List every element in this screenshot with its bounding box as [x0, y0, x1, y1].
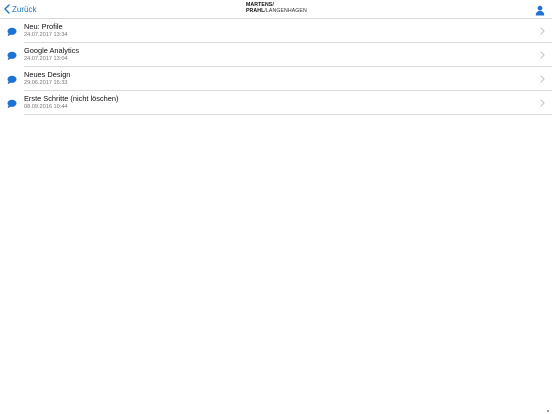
chevron-left-icon: [4, 4, 10, 14]
chevron-right-icon: [540, 99, 545, 107]
navigation-bar: Zurück MARTENS/ PRAHL/LANGENHAGEN: [0, 0, 552, 19]
brand-logo: MARTENS/ PRAHL/LANGENHAGEN: [246, 2, 310, 15]
chat-bubble-icon: [7, 99, 17, 109]
message-title: Google Analytics: [24, 46, 80, 55]
list-item[interactable]: Google Analytics 24.07.2017 13:04: [0, 43, 552, 67]
chat-bubble-icon: [7, 27, 17, 37]
chat-bubble-icon: [7, 75, 17, 85]
scroll-indicator: [547, 410, 549, 412]
chevron-right-icon: [540, 51, 545, 59]
chevron-right-icon: [540, 75, 545, 83]
message-title: Neues Design: [24, 70, 71, 79]
user-icon: [535, 5, 545, 16]
message-title: Erste Schritte (nicht löschen): [24, 94, 119, 103]
list-item[interactable]: Erste Schritte (nicht löschen) 08.09.201…: [0, 91, 552, 115]
list-item[interactable]: Neues Design 29.06.2017 16:33: [0, 67, 552, 91]
logo-line-2-rest: LANGENHAGEN: [265, 7, 307, 14]
message-date: 08.09.2016 10:44: [24, 104, 68, 110]
message-date: 29.06.2017 16:33: [24, 80, 68, 86]
list-item[interactable]: Neu: Profile 24.07.2017 13:34: [0, 19, 552, 43]
user-profile-button[interactable]: [535, 3, 545, 16]
message-date: 24.07.2017 13:04: [24, 56, 68, 62]
message-list: Neu: Profile 24.07.2017 13:34 Google Ana…: [0, 19, 552, 115]
row-divider: [24, 114, 552, 115]
logo-line-2-bold: PRAHL: [246, 7, 265, 14]
chat-bubble-icon: [7, 51, 17, 61]
logo-line-2: PRAHL/LANGENHAGEN: [246, 7, 307, 14]
back-button[interactable]: Zurück: [4, 3, 36, 15]
message-date: 24.07.2017 13:34: [24, 32, 68, 38]
chevron-right-icon: [540, 27, 545, 35]
message-title: Neu: Profile: [24, 22, 63, 31]
back-button-label: Zurück: [12, 4, 37, 14]
